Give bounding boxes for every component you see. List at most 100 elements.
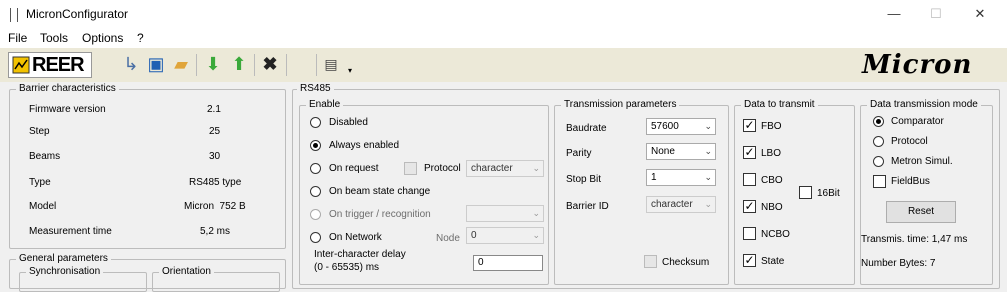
comparator-label: Comparator bbox=[891, 116, 944, 127]
download-icon[interactable]: ⬇ bbox=[202, 52, 224, 76]
chevron-down-icon: ⌄ bbox=[704, 121, 712, 131]
comparator-radio[interactable] bbox=[873, 116, 884, 127]
reer-logo: REER bbox=[8, 52, 92, 78]
data-to-transmit-group: Data to transmit ✓ FBO ✓ LBO CBO 16Bit ✓… bbox=[734, 99, 855, 285]
fbo-checkbox[interactable]: ✓ bbox=[743, 119, 756, 132]
measurement-time-value: 5,2 ms bbox=[200, 226, 231, 237]
on-request-radio[interactable] bbox=[310, 163, 321, 174]
data-legend: Data to transmit bbox=[741, 99, 818, 110]
16bit-label: 16Bit bbox=[817, 188, 840, 199]
delay-label: Inter-character delay bbox=[314, 249, 406, 260]
general-parameters-group: General parameters Synchronisation Orien… bbox=[9, 253, 286, 292]
number-bytes-label: Number Bytes: 7 bbox=[861, 258, 936, 269]
menu-file[interactable]: File bbox=[8, 31, 27, 45]
minimize-button[interactable]: — bbox=[874, 4, 914, 24]
synchronisation-group: Synchronisation bbox=[19, 266, 147, 292]
menu-options[interactable]: Options bbox=[82, 31, 123, 45]
stop-bit-label: Stop Bit bbox=[566, 174, 602, 185]
fieldbus-checkbox[interactable] bbox=[873, 175, 886, 188]
disabled-radio[interactable] bbox=[310, 117, 321, 128]
ncbo-checkbox[interactable] bbox=[743, 227, 756, 240]
chevron-down-icon: ⌄ bbox=[704, 172, 712, 182]
on-beam-change-radio[interactable] bbox=[310, 186, 321, 197]
close-button[interactable]: ✕ bbox=[960, 4, 1000, 24]
metron-label: Metron Simul. bbox=[891, 156, 953, 167]
chevron-down-icon: ⌄ bbox=[532, 230, 540, 240]
delay-input[interactable]: 0 bbox=[473, 255, 543, 271]
metron-radio[interactable] bbox=[873, 156, 884, 167]
on-trigger-label: On trigger / recognition bbox=[329, 209, 431, 220]
type-value: RS485 type bbox=[189, 177, 242, 188]
menu-help[interactable]: ? bbox=[137, 31, 144, 45]
on-network-radio[interactable] bbox=[310, 232, 321, 243]
mode-legend: Data transmission mode bbox=[867, 99, 981, 110]
data-transmission-mode-group: Data transmission mode Comparator Protoc… bbox=[860, 99, 993, 285]
network-device-icon[interactable]: ▤ bbox=[320, 52, 342, 76]
disabled-label: Disabled bbox=[329, 117, 368, 128]
16bit-checkbox[interactable] bbox=[799, 186, 812, 199]
barrier-characteristics-group: Barrier characteristics Firmware version… bbox=[9, 83, 286, 249]
protocol-mode-radio[interactable] bbox=[873, 136, 884, 147]
chevron-down-icon: ⌄ bbox=[532, 163, 540, 173]
model-value: Micron 752 B bbox=[184, 201, 246, 212]
baudrate-label: Baudrate bbox=[566, 123, 607, 134]
nbo-label: NBO bbox=[761, 202, 783, 213]
reer-logo-icon bbox=[12, 56, 30, 74]
protocol-label: Protocol bbox=[424, 163, 461, 174]
lbo-checkbox[interactable]: ✓ bbox=[743, 146, 756, 159]
node-label: Node bbox=[436, 233, 460, 244]
transmission-legend: Transmission parameters bbox=[561, 99, 680, 110]
maximize-button[interactable]: ☐ bbox=[916, 4, 956, 24]
ncbo-label: NCBO bbox=[761, 229, 790, 240]
open-folder-icon[interactable]: ▰ bbox=[170, 52, 192, 76]
nbo-checkbox[interactable]: ✓ bbox=[743, 200, 756, 213]
barrier-legend: Barrier characteristics bbox=[16, 83, 119, 94]
cbo-label: CBO bbox=[761, 175, 783, 186]
beams-value: 30 bbox=[209, 151, 221, 162]
fieldbus-label: FieldBus bbox=[891, 176, 930, 187]
parity-select[interactable]: None ⌄ bbox=[646, 143, 716, 160]
window-title: MicronConfigurator bbox=[26, 7, 129, 21]
title-bar: MicronConfigurator — ☐ ✕ bbox=[0, 0, 1007, 28]
chevron-down-icon: ⌄ bbox=[704, 199, 712, 209]
protocol-checkbox[interactable] bbox=[404, 162, 417, 175]
node-select[interactable]: 0 ⌄ bbox=[466, 227, 544, 244]
always-enabled-radio[interactable] bbox=[310, 140, 321, 151]
baudrate-select[interactable]: 57600 ⌄ bbox=[646, 118, 716, 135]
parity-label: Parity bbox=[566, 148, 592, 159]
protocol-select[interactable]: character ⌄ bbox=[466, 160, 544, 177]
synchronisation-legend: Synchronisation bbox=[26, 266, 104, 277]
toolbar: REER ↳ ▣ ▰ ⬇ ⬆ ✖ ▤ ▾ Micron bbox=[0, 48, 1007, 82]
trigger-select[interactable]: ⌄ bbox=[466, 205, 544, 222]
app-icon bbox=[10, 8, 18, 22]
menu-tools[interactable]: Tools bbox=[40, 31, 68, 45]
firmware-label: Firmware version bbox=[29, 104, 106, 115]
toolbar-overflow-icon[interactable]: ▾ bbox=[348, 66, 352, 75]
orientation-group: Orientation bbox=[152, 266, 280, 292]
new-file-icon[interactable]: ↳ bbox=[120, 52, 142, 76]
delete-icon[interactable]: ✖ bbox=[259, 52, 281, 76]
state-checkbox[interactable]: ✓ bbox=[743, 254, 756, 267]
stop-bit-select[interactable]: 1 ⌄ bbox=[646, 169, 716, 186]
type-label: Type bbox=[29, 177, 51, 188]
transmission-time-label: Transmis. time: 1,47 ms bbox=[861, 234, 968, 245]
save-icon[interactable]: ▣ bbox=[145, 52, 167, 76]
step-label: Step bbox=[29, 126, 50, 137]
lbo-label: LBO bbox=[761, 148, 782, 159]
on-beam-change-label: On beam state change bbox=[329, 186, 431, 197]
chevron-down-icon: ⌄ bbox=[704, 146, 712, 156]
checksum-label: Checksum bbox=[662, 257, 710, 268]
step-value: 25 bbox=[209, 126, 221, 137]
cbo-checkbox[interactable] bbox=[743, 173, 756, 186]
on-trigger-radio[interactable] bbox=[310, 209, 321, 220]
checksum-checkbox[interactable] bbox=[644, 255, 657, 268]
barrier-id-select[interactable]: character ⌄ bbox=[646, 196, 716, 213]
micron-logo: Micron bbox=[862, 50, 973, 80]
menu-bar: File Tools Options ? bbox=[0, 28, 1007, 48]
fbo-label: FBO bbox=[761, 121, 782, 132]
reset-button[interactable]: Reset bbox=[886, 201, 956, 223]
always-enabled-label: Always enabled bbox=[329, 140, 400, 151]
upload-icon[interactable]: ⬆ bbox=[228, 52, 250, 76]
protocol-mode-label: Protocol bbox=[891, 136, 928, 147]
rs485-group: RS485 Enable Disabled Always enabled On … bbox=[292, 83, 1000, 289]
